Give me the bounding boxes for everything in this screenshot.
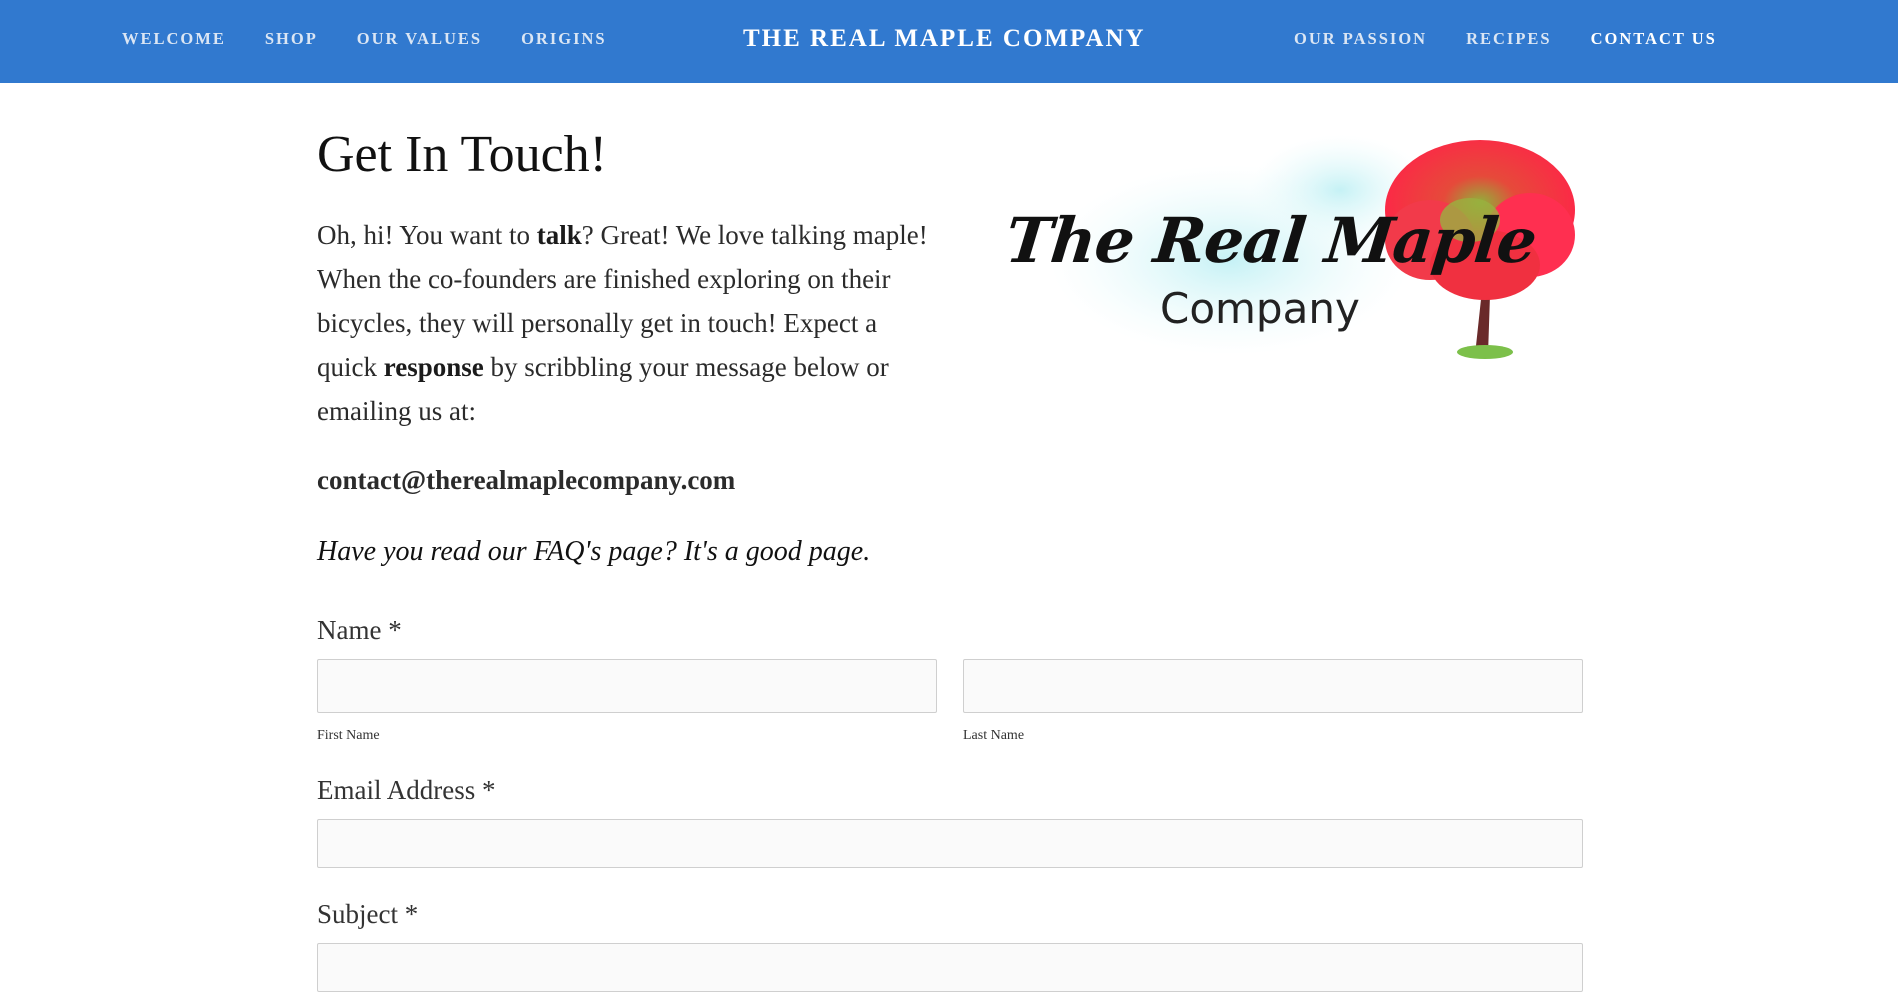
nav-right-group: OUR PASSION RECIPES CONTACT US [1294,0,1756,78]
first-name-sublabel: First Name [317,728,380,743]
last-name-sublabel: Last Name [963,728,1025,743]
company-logo: The Real Maple Company [1000,120,1590,370]
nav-recipes[interactable]: RECIPES [1466,29,1552,49]
subject-input[interactable] [317,943,1583,992]
contact-email[interactable]: contact@therealmaplecompany.com [317,465,735,496]
nav-contact-us[interactable]: CONTACT US [1591,29,1717,49]
nav-origins[interactable]: ORIGINS [521,29,607,49]
intro-text-1: Oh, hi! You want to [317,220,537,250]
page-title: Get In Touch! [317,126,607,183]
nav-shop[interactable]: SHOP [265,29,318,49]
top-navigation-bar: WELCOME SHOP OUR VALUES ORIGINS THE REAL… [0,0,1898,83]
nav-our-values[interactable]: OUR VALUES [357,29,482,49]
email-input[interactable] [317,819,1583,868]
first-name-input[interactable] [317,659,937,713]
intro-bold-talk: talk [536,220,582,250]
logo-text-line1: The Real Maple [1002,204,1540,277]
nav-welcome[interactable]: WELCOME [122,29,226,49]
site-brand-title[interactable]: THE REAL MAPLE COMPANY [743,0,1146,78]
logo-text-line2: Company [1160,284,1360,333]
last-name-input[interactable] [963,659,1583,713]
intro-paragraph: Oh, hi! You want to talk? Great! We love… [317,213,942,433]
name-field-label: Name * [317,615,402,645]
faq-note: Have you read our FAQ's page? It's a goo… [317,536,871,567]
email-field-label: Email Address * [317,775,496,805]
intro-bold-response: response [383,352,484,382]
nav-our-passion[interactable]: OUR PASSION [1294,29,1427,49]
nav-left-group: WELCOME SHOP OUR VALUES ORIGINS [122,0,646,78]
subject-field-label: Subject * [317,899,419,929]
